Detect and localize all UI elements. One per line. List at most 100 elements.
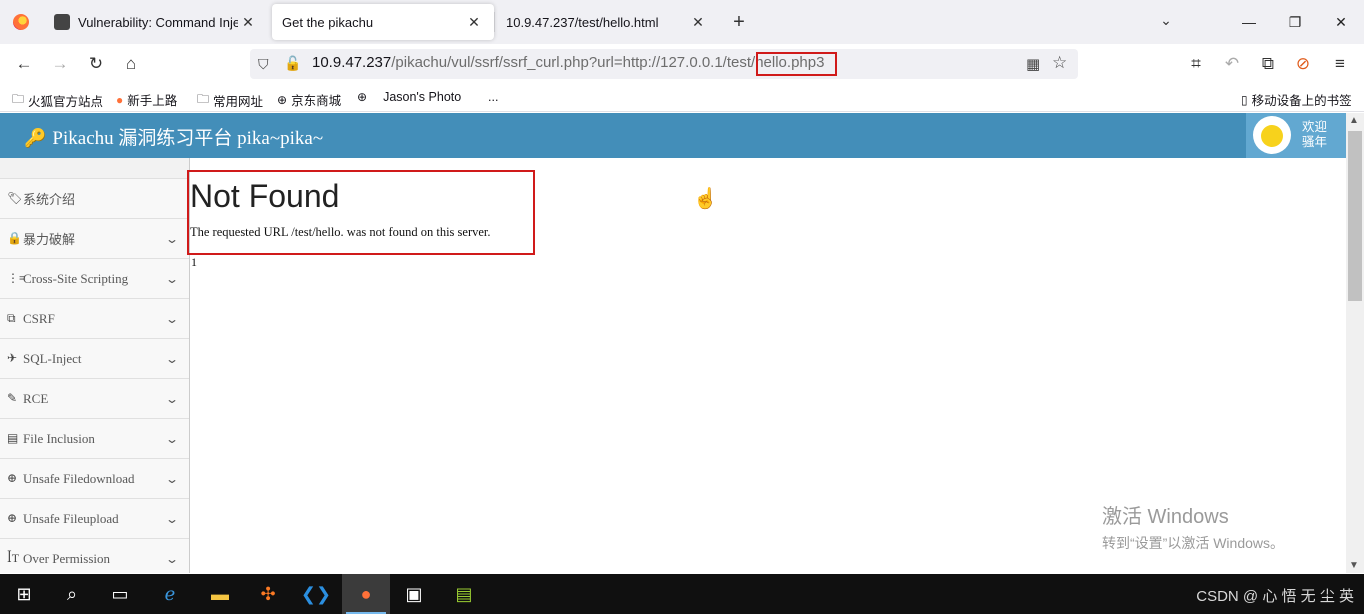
bookmarks-toolbar: 🗀 火狐官方站点 ● 新手上路 🗀 常用网址 ⊕ 京东商城 ⊕ Jason's Photo…: [0, 84, 1364, 112]
chevron-down-icon: ⌄: [164, 472, 180, 486]
undo-arrow-icon[interactable]: ↶: [1219, 51, 1245, 77]
url-bar[interactable]: ⛉ 🔓 10.9.47.237/pikachu/vul/ssrf/ssrf_cu…: [250, 49, 1078, 79]
sidebar-item-over-permission[interactable]: ꟾT Over Permission ⌄: [0, 539, 189, 573]
xampp-icon[interactable]: ✣: [244, 574, 292, 614]
internet-explorer-icon[interactable]: ℯ: [146, 574, 194, 614]
globe-icon: ⊕: [277, 92, 288, 107]
avatar: [1253, 116, 1291, 154]
error-message: The requested URL /test/hello. was not f…: [190, 225, 491, 239]
url-path: /pikachu/vul/ssrf/ssrf_curl.php?url=http…: [391, 54, 756, 71]
watermark-line: 激活 Windows: [1102, 506, 1229, 528]
sidebar-item-xss[interactable]: ⋮≡ Cross-Site Scripting ⌄: [0, 259, 189, 299]
close-tab-icon[interactable]: ✕: [688, 12, 708, 32]
scrollbar-thumb[interactable]: [1348, 131, 1362, 301]
reload-icon[interactable]: ↻: [83, 51, 109, 77]
task-view-icon[interactable]: ▭: [96, 574, 144, 614]
bookmark-item[interactable]: ● 新手上路: [116, 90, 177, 109]
bookmark-item[interactable]: ⊕ Jason's Photo: [357, 90, 461, 104]
scroll-up-arrow-icon[interactable]: ▲: [1349, 115, 1359, 126]
bookmark-item[interactable]: 🗀 常用网址: [197, 90, 263, 111]
windows-activation-watermark: 激活 Windows 转到“设置”以激活 Windows。: [1102, 500, 1284, 553]
firefox-taskbar-icon[interactable]: ●: [342, 574, 390, 614]
qr-code-icon[interactable]: ▦: [1026, 55, 1040, 73]
bookmark-label: 火狐官方站点: [28, 95, 104, 109]
vertical-scrollbar[interactable]: ▲ ▼: [1346, 113, 1364, 573]
folder-icon: 🗀: [12, 92, 25, 106]
chevron-down-icon: ⌄: [164, 312, 180, 326]
download-icon: ⊕: [7, 471, 18, 485]
tracking-protection-shield-icon[interactable]: ⛉: [258, 56, 269, 73]
chevron-down-icon: ⌄: [164, 352, 180, 366]
back-arrow-icon[interactable]: ←: [11, 51, 37, 77]
scroll-down-arrow-icon[interactable]: ▼: [1349, 560, 1359, 571]
hamburger-menu-icon[interactable]: ≡: [1327, 51, 1353, 77]
close-window-icon[interactable]: ✕: [1318, 0, 1364, 44]
sidebar-item-label: Over Permission: [23, 550, 111, 566]
restore-icon[interactable]: ❐: [1272, 0, 1318, 44]
minimize-icon[interactable]: —: [1226, 0, 1272, 44]
chevron-down-icon: ⌄: [164, 232, 180, 246]
sidebar-item-file-inclusion[interactable]: ▤ File Inclusion ⌄: [0, 419, 189, 459]
firefox-view-button[interactable]: [0, 0, 42, 44]
share-icon: ⧉: [7, 311, 16, 325]
sidebar-item-label: RCE: [23, 390, 49, 406]
bookmark-item[interactable]: 🗀 火狐官方站点: [12, 90, 103, 111]
screenshot-crop-icon[interactable]: ⌗: [1183, 51, 1209, 77]
app-brand[interactable]: 🔑 Pikachu 漏洞练习平台 pika~pika~: [24, 123, 323, 150]
mobile-bookmarks[interactable]: ▯ 移动设备上的书签: [1241, 90, 1352, 109]
new-tab-plus-icon[interactable]: +: [728, 12, 750, 34]
sidebar-item-csrf[interactable]: ⧉ CSRF ⌄: [0, 299, 189, 339]
sidebar-item-rce[interactable]: ✎ RCE ⌄: [0, 379, 189, 419]
list-all-tabs-chevron-icon[interactable]: ⌄: [1156, 12, 1176, 32]
tab-title: Vulnerability: Command Injec: [78, 14, 238, 30]
error-title: Not Found: [190, 178, 340, 214]
lock-icon: 🔒: [7, 231, 22, 245]
url-highlight-annotation: [756, 52, 837, 76]
key-icon: 🔑: [24, 128, 47, 148]
firefox-icon: [13, 14, 29, 30]
notepad-icon[interactable]: ▤: [440, 574, 488, 614]
forward-arrow-icon[interactable]: →: [47, 51, 73, 77]
tab-hello-html[interactable]: 10.9.47.237/test/hello.html ✕: [496, 4, 718, 40]
tab-pikachu[interactable]: Get the pikachu ✕: [272, 4, 494, 40]
search-icon[interactable]: ⌕: [48, 574, 96, 614]
chevron-down-icon: ⌄: [164, 392, 180, 406]
bookmark-item[interactable]: ⊕ 京东商城: [277, 90, 341, 109]
terminal-icon[interactable]: ▣: [390, 574, 438, 614]
close-tab-icon[interactable]: ✕: [238, 12, 258, 32]
user-menu[interactable]: 欢迎 骚年: [1246, 113, 1346, 158]
windows-start-icon[interactable]: ⊞: [0, 574, 48, 614]
sidebar-item-filedownload[interactable]: ⊕ Unsafe Filedownload ⌄: [0, 459, 189, 499]
mobile-device-icon: ▯: [1241, 92, 1248, 107]
sidebar-item-sqli[interactable]: ✈ SQL-Inject ⌄: [0, 339, 189, 379]
insecure-lock-icon[interactable]: 🔓: [284, 55, 301, 72]
list-icon: ⋮≡: [7, 271, 26, 285]
sidebar: 🏷 系统介绍 🔒 暴力破解 ⌄ ⋮≡ Cross-Site Scripting ⌄ ⧉ CS…: [0, 158, 190, 573]
close-tab-icon[interactable]: ✕: [464, 12, 484, 32]
file-explorer-icon[interactable]: ▬: [196, 574, 244, 614]
sidebar-item-label: File Inclusion: [23, 430, 95, 446]
bookmark-label: 京东商城: [291, 94, 342, 108]
main-content: Not Found The requested URL /test/hello.…: [187, 158, 1346, 573]
sidebar-item-bruteforce[interactable]: 🔒 暴力破解 ⌄: [0, 219, 189, 259]
bookmark-label: Jason's Photo: [383, 90, 462, 104]
sidebar-item-intro[interactable]: 🏷 系统介绍: [0, 179, 189, 219]
upload-icon: ⊕: [7, 511, 18, 525]
tab-title: Get the pikachu: [282, 14, 374, 30]
home-icon[interactable]: ⌂: [118, 51, 144, 77]
tab-dvwa[interactable]: Vulnerability: Command Injec ✕: [44, 4, 268, 40]
tab-title: 10.9.47.237/test/hello.html: [506, 14, 659, 30]
bookmarks-overflow[interactable]: ...: [488, 90, 498, 104]
text-height-icon: ꟾT: [7, 551, 20, 565]
user-name: 骚年: [1302, 135, 1328, 149]
blocked-addon-icon[interactable]: ⊘: [1290, 51, 1316, 77]
sidebar-item-fileupload[interactable]: ⊕ Unsafe Fileupload ⌄: [0, 499, 189, 539]
bookmark-star-icon[interactable]: ☆: [1052, 53, 1067, 73]
extensions-puzzle-icon[interactable]: ⧉: [1255, 51, 1281, 77]
bookmark-label: 移动设备上的书签: [1251, 94, 1352, 108]
url-text[interactable]: 10.9.47.237/pikachu/vul/ssrf/ssrf_curl.p…: [312, 54, 824, 71]
vscode-icon[interactable]: ❮❯: [292, 574, 340, 614]
app-header: 🔑 Pikachu 漏洞练习平台 pika~pika~ 欢迎 骚年: [0, 113, 1346, 158]
sidebar-item-label: SQL-Inject: [23, 350, 82, 366]
windows-taskbar: ⊞ ⌕ ▭ ℯ ▬ ✣ ❮❯ ● ▣ ▤ CSDN @ 心 悟 无 尘 英: [0, 574, 1364, 614]
